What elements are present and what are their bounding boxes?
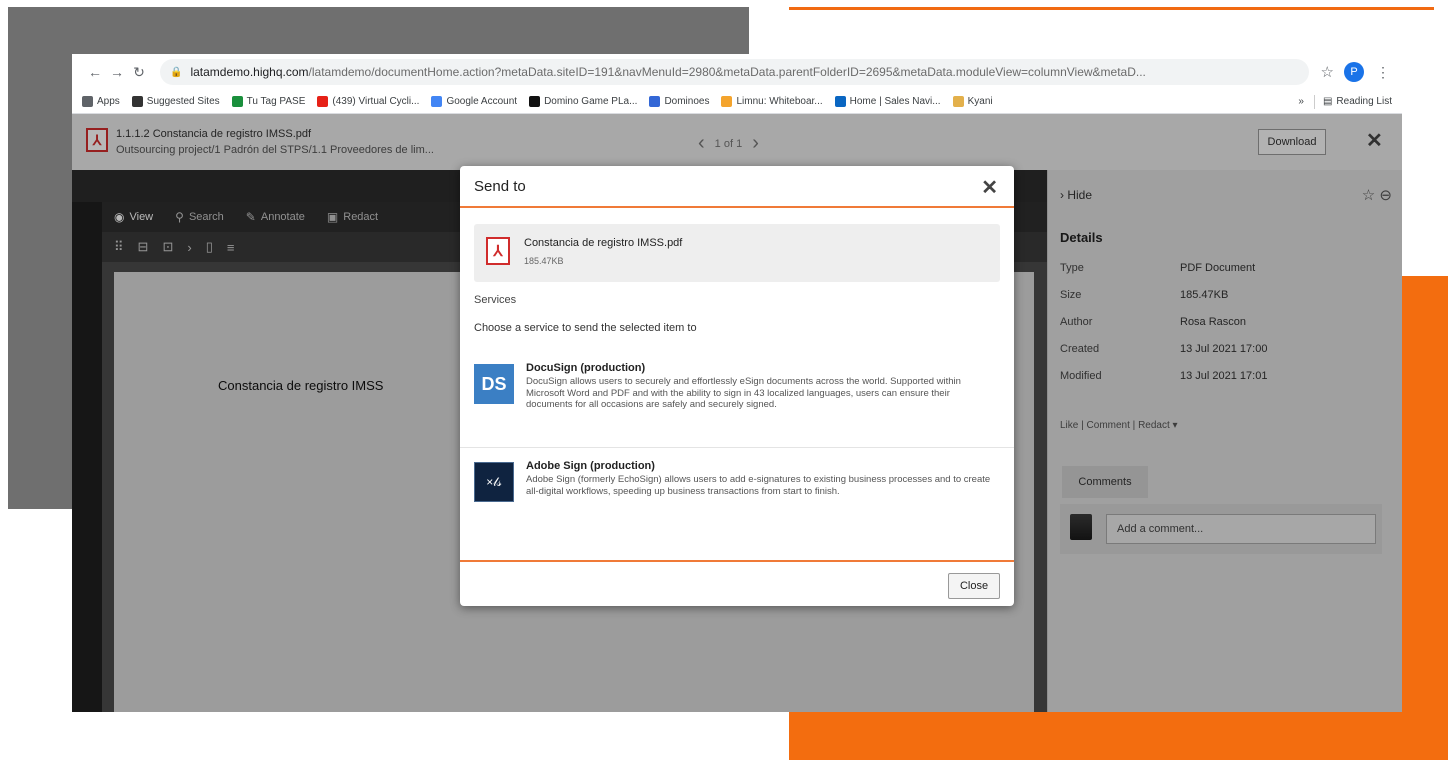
bookmarks-overflow-icon[interactable]: » [1298,96,1304,107]
docusign-logo-icon: DS [474,364,514,404]
background-orange-line [789,7,1434,10]
browser-window: ← → ↻ 🔒 latamdemo.highq.com /latamdemo/d… [72,54,1402,712]
bookmark-item[interactable]: Limnu: Whiteboar... [721,96,823,107]
dialog-header: Send to ✕ [460,166,1014,208]
services-subtitle: Choose a service to send the selected it… [474,322,697,334]
bookmark-label: Google Account [446,96,518,107]
bookmark-label: Apps [97,96,120,107]
back-icon[interactable]: ← [84,64,106,80]
send-to-dialog: Send to ✕ ⅄ Constancia de registro IMSS.… [460,166,1014,606]
bookmark-item[interactable]: Apps [82,96,120,107]
bookmark-star-icon[interactable]: ☆ [1321,63,1334,81]
file-name: Constancia de registro IMSS.pdf [524,237,683,249]
bookmark-label: Dominoes [664,96,710,107]
bookmark-label: Domino Game PLa... [544,96,638,107]
bookmark-favicon-icon [834,96,846,107]
reading-list-icon: ▤ [1322,96,1333,107]
browser-menu-icon[interactable]: ⋮ [1376,64,1390,81]
pdf-file-icon: ⅄ [486,237,510,265]
address-bar-row: ← → ↻ 🔒 latamdemo.highq.com /latamdemo/d… [72,54,1402,90]
bookmarks-divider [1313,94,1315,109]
bookmark-favicon-icon [649,96,661,107]
reload-icon[interactable]: ↻ [128,64,150,81]
bookmark-item[interactable]: Dominoes [649,96,709,107]
service-name: Adobe Sign (production) [526,460,655,472]
bookmark-item[interactable]: Google Account [431,96,517,107]
bookmark-item[interactable]: Tu Tag PASE [231,96,306,107]
url-field[interactable]: 🔒 latamdemo.highq.com /latamdemo/documen… [160,59,1309,85]
services-heading: Services [474,294,517,306]
bookmark-item[interactable]: (439) Virtual Cycli... [317,96,419,107]
service-adobe-sign[interactable]: ×𝓁𝓈 Adobe Sign (production) Adobe Sign (… [460,456,1014,556]
service-description: DocuSign allows users to securely and ef… [526,376,961,410]
dialog-footer: Close [460,560,1014,606]
bookmark-label: Tu Tag PASE [246,96,306,107]
bookmark-favicon-icon [317,96,329,107]
bookmark-favicon-icon [952,96,964,107]
service-name: DocuSign (production) [526,362,646,374]
forward-icon[interactable]: → [106,64,128,80]
lock-icon: 🔒 [170,66,183,78]
dialog-title: Send to [474,178,526,195]
selected-file-card: ⅄ Constancia de registro IMSS.pdf 185.47… [474,224,1000,282]
bookmark-label: Suggested Sites [146,96,220,107]
close-icon[interactable]: ✕ [981,175,998,200]
service-docusign[interactable]: DS DocuSign (production) DocuSign allows… [460,358,1014,448]
bookmark-favicon-icon [231,96,243,107]
bookmark-favicon-icon [131,96,143,107]
bookmark-favicon-icon [82,96,93,107]
file-size: 185.47KB [524,256,564,266]
bookmark-label: (439) Virtual Cycli... [332,96,420,107]
bookmark-item[interactable]: Home | Sales Navi... [834,96,941,107]
adobe-sign-logo-icon: ×𝓁𝓈 [474,462,514,502]
service-description: Adobe Sign (formerly EchoSign) allows us… [526,474,991,497]
close-button[interactable]: Close [948,573,1000,599]
bookmark-favicon-icon [431,96,443,107]
url-path: /latamdemo/documentHome.action?metaData.… [308,65,1146,79]
bookmark-favicon-icon [529,96,541,107]
bookmark-item[interactable]: Kyani [952,96,993,107]
bookmark-item[interactable]: Suggested Sites [131,96,220,107]
url-host: latamdemo.highq.com [190,65,309,79]
bookmark-favicon-icon [721,96,733,107]
bookmarks-bar: Apps Suggested Sites Tu Tag PASE (439) Virt… [72,90,1402,114]
bookmark-label: Home | Sales Navi... [849,96,941,107]
bookmark-label: Kyani [967,96,993,107]
reading-list-link[interactable]: Reading List [1336,96,1392,107]
bookmark-item[interactable]: Domino Game PLa... [529,96,637,107]
profile-avatar[interactable]: P [1344,62,1364,82]
bookmark-label: Limnu: Whiteboar... [736,96,823,107]
